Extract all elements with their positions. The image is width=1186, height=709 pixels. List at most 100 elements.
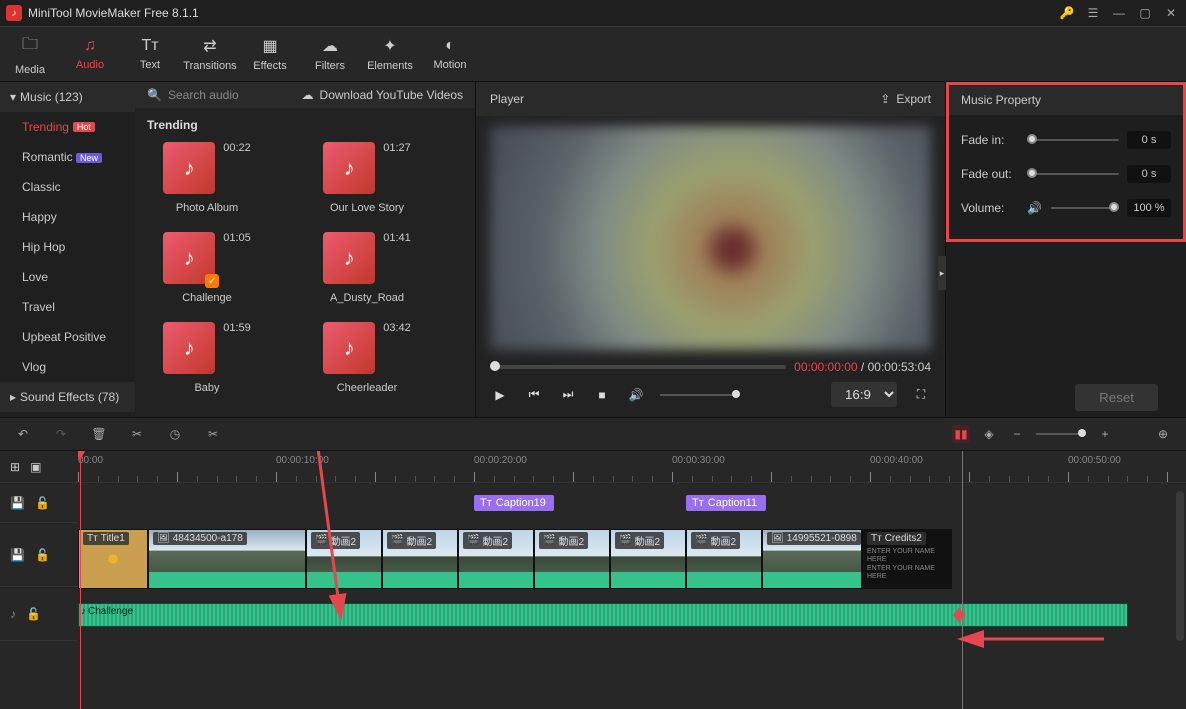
card-duration: 00:22 xyxy=(223,142,251,154)
timeline-scrollbar[interactable] xyxy=(1176,491,1184,641)
tab-media[interactable]: 🗀Media xyxy=(0,27,60,81)
lock-icon[interactable]: 🔓 xyxy=(26,607,41,621)
time-total: 00:00:53:04 xyxy=(868,360,931,374)
export-label: Export xyxy=(896,92,931,106)
lock-icon[interactable]: 🔓 xyxy=(35,496,50,510)
undo-button[interactable]: ↶ xyxy=(14,427,32,441)
speed-button[interactable]: ◷ xyxy=(166,427,184,441)
audio-clip[interactable]: ♪Challenge xyxy=(78,603,1128,627)
fullscreen-button[interactable]: ⛶ xyxy=(911,385,931,405)
clip-label: 動画2 xyxy=(330,533,356,548)
prev-frame-button[interactable]: ⏮ xyxy=(524,385,544,405)
category-travel[interactable]: Travel xyxy=(0,292,135,322)
volume-value[interactable]: 100 % xyxy=(1127,199,1171,217)
audio-card[interactable]: ♪ 00:22 Photo Album xyxy=(147,142,267,214)
music-thumb-icon: ♪ xyxy=(163,142,215,194)
menu-icon[interactable]: ☰ xyxy=(1084,4,1102,22)
clip-label: 動画2 xyxy=(482,533,508,548)
lock-icon[interactable]: 🔓 xyxy=(35,548,50,562)
zoom-fit-button[interactable]: ⊕ xyxy=(1154,427,1172,441)
clip-type-icon: Tᴛ xyxy=(87,533,98,544)
zoom-in-button[interactable]: + xyxy=(1096,427,1114,441)
next-frame-button[interactable]: ⏭ xyxy=(558,385,578,405)
category-happy[interactable]: Happy xyxy=(0,202,135,232)
delete-button[interactable]: 🗑 xyxy=(90,427,108,441)
audio-card[interactable]: ♪03:42Cheerleader xyxy=(307,322,427,394)
play-button[interactable]: ▶ xyxy=(490,385,510,405)
category-upbeat[interactable]: Upbeat Positive xyxy=(0,322,135,352)
chevron-right-icon: ▸ xyxy=(10,390,16,404)
save-icon[interactable]: 💾 xyxy=(10,496,25,510)
close-button[interactable]: ✕ xyxy=(1162,4,1180,22)
volume-icon[interactable]: 🔊 xyxy=(626,385,646,405)
search-icon: 🔍 xyxy=(147,88,162,102)
video-clip[interactable]: 🎬動画2 xyxy=(610,529,686,589)
timeline-ruler[interactable]: 00:0000:00:10:0000:00:20:0000:00:30:0000… xyxy=(78,451,1186,483)
tab-filters[interactable]: ☁Filters xyxy=(300,27,360,81)
add-media-icon[interactable]: ▣ xyxy=(30,460,41,474)
maximize-button[interactable]: ▢ xyxy=(1136,4,1154,22)
zoom-out-button[interactable]: − xyxy=(1008,427,1026,441)
audio-card[interactable]: ♪01:41A_Dusty_Road xyxy=(307,232,427,304)
zoom-slider[interactable] xyxy=(1036,433,1086,435)
aspect-ratio-select[interactable]: 16:9 xyxy=(831,382,897,407)
card-name: Photo Album xyxy=(176,202,238,214)
video-clip[interactable]: TᴛTitle1 xyxy=(78,529,148,589)
fadein-slider[interactable] xyxy=(1027,139,1119,141)
playhead[interactable] xyxy=(80,451,81,709)
tab-text[interactable]: TᴛText xyxy=(120,27,180,81)
tab-motion[interactable]: ◐Motion xyxy=(420,27,480,81)
timeline-view-a[interactable]: ▮▮ xyxy=(952,425,970,443)
tab-transitions[interactable]: ⇄Transitions xyxy=(180,27,240,81)
audio-card[interactable]: ♪01:59Baby xyxy=(147,322,267,394)
player-title: Player xyxy=(490,92,524,106)
fadeout-slider[interactable] xyxy=(1027,173,1119,175)
clip-label: 48434500-a178 xyxy=(173,533,243,544)
tab-audio[interactable]: ♫Audio xyxy=(60,27,120,81)
clip-type-icon: 🎬 xyxy=(467,535,479,546)
category-trending[interactable]: TrendingHot xyxy=(0,112,135,142)
volume-prop-slider[interactable] xyxy=(1051,207,1119,209)
scrub-track[interactable] xyxy=(490,365,786,369)
category-vlog[interactable]: Vlog xyxy=(0,352,135,382)
timeline-view-b[interactable]: ◈ xyxy=(980,427,998,441)
split-button[interactable]: ✂ xyxy=(128,427,146,441)
video-clip[interactable]: 🎬動画2 xyxy=(534,529,610,589)
minimize-button[interactable]: — xyxy=(1110,4,1128,22)
category-hiphop[interactable]: Hip Hop xyxy=(0,232,135,262)
reset-button[interactable]: Reset xyxy=(1075,384,1158,411)
fadeout-value[interactable]: 0 s xyxy=(1127,165,1171,183)
video-clip[interactable]: 🎬動画2 xyxy=(686,529,762,589)
search-audio[interactable]: 🔍Search audio xyxy=(147,88,239,102)
category-classic[interactable]: Classic xyxy=(0,172,135,202)
resize-handle[interactable] xyxy=(952,605,966,625)
audio-card[interactable]: ♪01:05✓Challenge xyxy=(147,232,267,304)
redo-button[interactable]: ↷ xyxy=(52,427,70,441)
video-clip[interactable]: 🎬動画2 xyxy=(306,529,382,589)
download-youtube[interactable]: ☁Download YouTube Videos xyxy=(302,88,463,102)
audio-card[interactable]: ♪01:27Our Love Story xyxy=(307,142,427,214)
export-button[interactable]: ⇪Export xyxy=(880,92,931,106)
category-sound-effects[interactable]: ▸Sound Effects (78) xyxy=(0,382,135,412)
save-icon[interactable]: 💾 xyxy=(10,548,25,562)
volume-slider[interactable] xyxy=(660,394,740,396)
caption-clip[interactable]: TᴛCaption11 xyxy=(686,495,766,511)
video-clip[interactable]: 🖼48434500-a178 xyxy=(148,529,306,589)
collapse-panel-button[interactable]: ▸ xyxy=(938,256,946,290)
video-clip[interactable]: 🖼14995521-0898 xyxy=(762,529,862,589)
crop-button[interactable]: ✂ xyxy=(204,427,222,441)
video-clip[interactable]: 🎬動画2 xyxy=(458,529,534,589)
category-love[interactable]: Love xyxy=(0,262,135,292)
clip-type-icon: 🖼 xyxy=(771,533,784,544)
caption-clip[interactable]: TᴛCaption19 xyxy=(474,495,554,511)
category-music[interactable]: ▾Music (123) xyxy=(0,82,135,112)
video-clip[interactable]: TᴛCredits2ENTER YOUR NAME HEREENTER YOUR… xyxy=(862,529,952,589)
key-icon[interactable]: 🔑 xyxy=(1058,4,1076,22)
tab-elements[interactable]: ✦Elements xyxy=(360,27,420,81)
stop-button[interactable]: ■ xyxy=(592,385,612,405)
video-clip[interactable]: 🎬動画2 xyxy=(382,529,458,589)
category-romantic[interactable]: Romantic New xyxy=(0,142,135,172)
tab-effects[interactable]: ▦Effects xyxy=(240,27,300,81)
add-track-icon[interactable]: ⊞ xyxy=(10,460,20,474)
fadein-value[interactable]: 0 s xyxy=(1127,131,1171,149)
